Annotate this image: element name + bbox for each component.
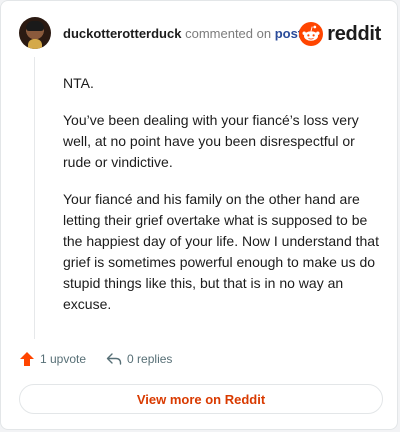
- author-name[interactable]: duckotterotterduck: [63, 26, 181, 41]
- comment-body: NTA. You’ve been dealing with your fianc…: [63, 73, 383, 331]
- reply-arrow-icon: [106, 353, 122, 365]
- comment-actions: 1 upvote 0 replies: [19, 349, 192, 369]
- reddit-comment-embed: duckotterotterduck commented on post red…: [0, 0, 398, 430]
- upvote-arrow-icon: [20, 352, 34, 366]
- reddit-logo[interactable]: reddit: [299, 21, 381, 47]
- post-link[interactable]: post: [275, 26, 302, 41]
- user-avatar[interactable]: [19, 17, 51, 49]
- thread-line: [34, 57, 35, 339]
- comment-paragraph: Your fiancé and his family on the other …: [63, 191, 379, 312]
- comment-meta: duckotterotterduck commented on post: [63, 26, 302, 41]
- comment-paragraph: NTA.: [63, 75, 94, 91]
- upvote-button[interactable]: 1 upvote: [19, 351, 86, 367]
- comment-paragraph: You’ve been dealing with your fiancé’s l…: [63, 112, 359, 170]
- commented-on-text: commented on: [185, 26, 272, 41]
- reddit-wordmark: reddit: [327, 22, 381, 45]
- replies-button[interactable]: 0 replies: [106, 351, 172, 367]
- comment-header: duckotterotterduck commented on post red…: [19, 17, 381, 53]
- reddit-logo-icon: [299, 22, 324, 46]
- replies-count: 0 replies: [127, 352, 173, 366]
- view-more-button[interactable]: View more on Reddit: [19, 384, 383, 414]
- upvote-count: 1 upvote: [40, 352, 87, 366]
